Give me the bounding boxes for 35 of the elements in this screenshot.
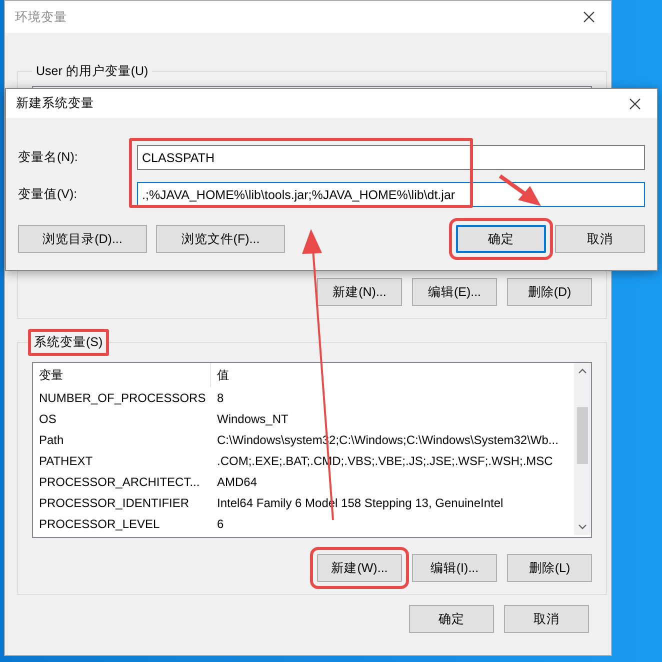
- table-cell-text: PROCESSOR_LEVEL: [38, 516, 161, 530]
- action-button[interactable]: 编辑(I)...: [412, 554, 497, 582]
- browse-button[interactable]: 浏览文件(F)...: [156, 225, 285, 253]
- action-button[interactable]: 删除(L): [507, 554, 592, 582]
- dialog-title: 新建系统变量: [16, 95, 94, 112]
- table-cell-text: Path: [38, 432, 65, 446]
- table-cell-text: PATHEXT: [38, 454, 94, 468]
- table-cell-text: AMD64: [216, 474, 258, 488]
- annotation-arrow: [498, 174, 541, 206]
- browse-button[interactable]: 浏览目录(D)...: [18, 225, 147, 253]
- action-button[interactable]: 新建(N)...: [317, 278, 402, 306]
- field-label: 变量名(N):: [18, 149, 79, 166]
- group-label: 系统变量(S): [28, 329, 109, 356]
- input-field[interactable]: .;%JAVA_HOME%\lib\tools.jar;%JAVA_HOME%\lib\dt.jar: [137, 182, 645, 207]
- table-cell-text: PROCESSOR_IDENTIFIER: [38, 496, 190, 510]
- group-label: User 的用户变量(U): [35, 63, 150, 80]
- table-cell-text: NUMBER_OF_PROCESSORS: [38, 390, 207, 404]
- table-cell-text: 8: [216, 390, 225, 404]
- table-cell-text: OS: [38, 412, 58, 426]
- table-cell-text: 6: [216, 516, 225, 530]
- system-variable-list[interactable]: [32, 362, 592, 538]
- table-cell-text: PROCESSOR_ARCHITECT...: [38, 474, 201, 488]
- column-header[interactable]: 值: [211, 366, 574, 384]
- input-field[interactable]: CLASSPATH: [137, 145, 645, 170]
- table-cell-text: Windows_NT: [216, 412, 290, 426]
- close-icon: [583, 11, 595, 23]
- action-button[interactable]: 编辑(E)...: [412, 278, 497, 306]
- field-label: 变量值(V):: [18, 186, 78, 203]
- close-icon: [629, 98, 641, 110]
- cancel-button[interactable]: 取消: [555, 225, 645, 253]
- window-title: 环境变量: [15, 8, 67, 26]
- action-button[interactable]: 删除(D): [507, 278, 592, 306]
- column-header[interactable]: 变量: [33, 363, 211, 387]
- ok-button[interactable]: 确定: [409, 605, 494, 633]
- cancel-button[interactable]: 取消: [504, 605, 589, 633]
